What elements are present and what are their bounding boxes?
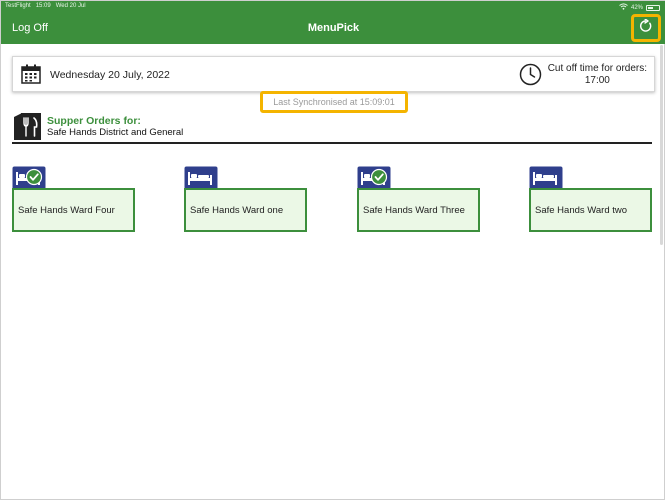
ward-tile-two[interactable]: Safe Hands Ward two [529,166,653,234]
cutoff-time: 17:00 [584,75,610,86]
ward-card[interactable]: Safe Hands Ward Four [12,188,135,232]
ward-tile-three[interactable]: Safe Hands Ward Three [357,166,481,234]
ward-card[interactable]: Safe Hands Ward one [184,188,307,232]
battery-icon [646,4,660,11]
ward-card[interactable]: Safe Hands Ward Three [357,188,480,232]
ward-name: Safe Hands Ward Three [363,204,465,216]
status-bar-left: TestFlight 15:09 Wed 20 Jul [5,3,86,9]
cutoff-label: Cut off time for orders: [547,63,647,74]
status-bar-right: 42% [619,3,660,12]
carrier-label: TestFlight [5,3,31,9]
order-date: Wednesday 20 July, 2022 [50,69,170,81]
status-date: Wed 20 Jul [55,3,86,9]
supper-orders-heading: Supper Orders for: [47,115,141,127]
section-divider [12,142,652,144]
ward-card[interactable]: Safe Hands Ward two [529,188,652,232]
app-header: TestFlight 15:09 Wed 20 Jul 42% Log Off … [1,1,665,44]
hospital-name: Safe Hands District and General [47,127,184,138]
battery-percent: 42% [630,4,643,11]
ward-name: Safe Hands Ward one [190,204,284,216]
vertical-scrollbar[interactable] [660,45,663,245]
app-title: MenuPick [307,22,360,34]
clock-icon [519,63,542,91]
cutoff-time-info: Cut off time for orders: 17:00 [548,63,647,87]
wifi-icon [619,3,628,12]
ward-name: Safe Hands Ward two [535,204,628,216]
app-screen: TestFlight 15:09 Wed 20 Jul 42% Log Off … [0,0,665,500]
status-time: 15:09 [35,3,51,9]
last-sync-status: Last Synchronised at 15:09:01 [260,91,408,113]
calendar-icon [21,64,41,89]
refresh-icon [639,17,653,38]
ward-tile-four[interactable]: Safe Hands Ward Four [12,166,136,234]
ward-name: Safe Hands Ward Four [18,204,115,216]
refresh-button[interactable] [631,14,661,42]
date-bar: Wednesday 20 July, 2022 Cut off time for… [12,56,655,92]
ward-tile-one[interactable]: Safe Hands Ward one [184,166,308,234]
